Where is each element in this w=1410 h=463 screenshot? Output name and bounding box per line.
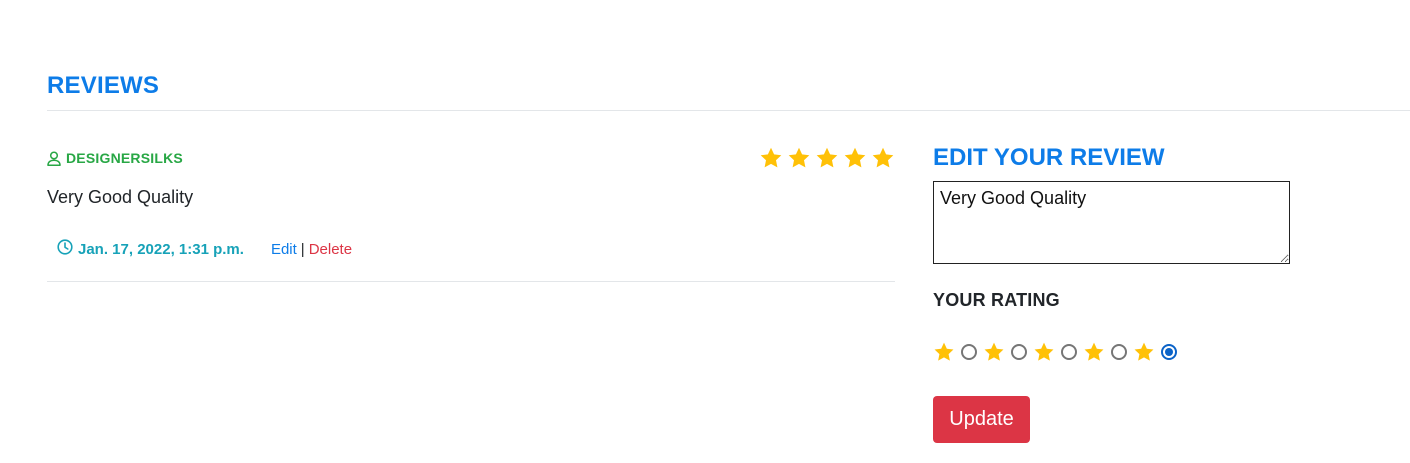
review-author-name: DESIGNERSILKS bbox=[66, 150, 183, 166]
review-card: DESIGNERSILKS Very Good Quality Jan. 17,… bbox=[47, 140, 895, 282]
review-actions: Edit | Delete bbox=[271, 241, 352, 258]
reviews-title: REVIEWS bbox=[47, 72, 160, 99]
delete-review-link[interactable]: Delete bbox=[309, 241, 352, 258]
rating-radio-5[interactable] bbox=[1161, 344, 1177, 360]
star-icon bbox=[1134, 342, 1154, 361]
page: REVIEWS DESIGNERSILKS Very Good Quality bbox=[0, 0, 1410, 463]
rating-radio-3[interactable] bbox=[1061, 344, 1077, 360]
review-textarea[interactable]: Very Good Quality bbox=[933, 181, 1290, 264]
edit-review-title: EDIT YOUR REVIEW bbox=[933, 144, 1165, 171]
review-star-rating bbox=[759, 146, 895, 170]
review-meta: Jan. 17, 2022, 1:31 p.m. Edit | Delete bbox=[57, 239, 352, 259]
title-divider bbox=[47, 110, 1410, 111]
star-icon bbox=[816, 147, 838, 168]
star-icon bbox=[1034, 342, 1054, 361]
user-icon bbox=[47, 150, 61, 166]
review-divider bbox=[47, 281, 895, 282]
star-icon bbox=[760, 147, 782, 168]
star-icon bbox=[984, 342, 1004, 361]
rating-label: YOUR RATING bbox=[933, 290, 1060, 310]
action-separator: | bbox=[300, 240, 305, 258]
rating-radio-4[interactable] bbox=[1111, 344, 1127, 360]
star-icon bbox=[872, 147, 894, 168]
edit-review-link[interactable]: Edit bbox=[271, 241, 297, 258]
star-icon bbox=[788, 147, 810, 168]
star-icon bbox=[934, 342, 954, 361]
rating-radio-2[interactable] bbox=[1011, 344, 1027, 360]
star-icon bbox=[1084, 342, 1104, 361]
rating-selector bbox=[933, 341, 1183, 363]
review-author: DESIGNERSILKS bbox=[47, 150, 183, 166]
update-button[interactable]: Update bbox=[933, 396, 1030, 443]
review-date: Jan. 17, 2022, 1:31 p.m. bbox=[57, 239, 244, 259]
clock-icon bbox=[57, 239, 73, 259]
review-text: Very Good Quality bbox=[47, 187, 194, 207]
review-date-text: Jan. 17, 2022, 1:31 p.m. bbox=[78, 240, 244, 258]
star-icon bbox=[844, 147, 866, 168]
rating-radio-1[interactable] bbox=[961, 344, 977, 360]
